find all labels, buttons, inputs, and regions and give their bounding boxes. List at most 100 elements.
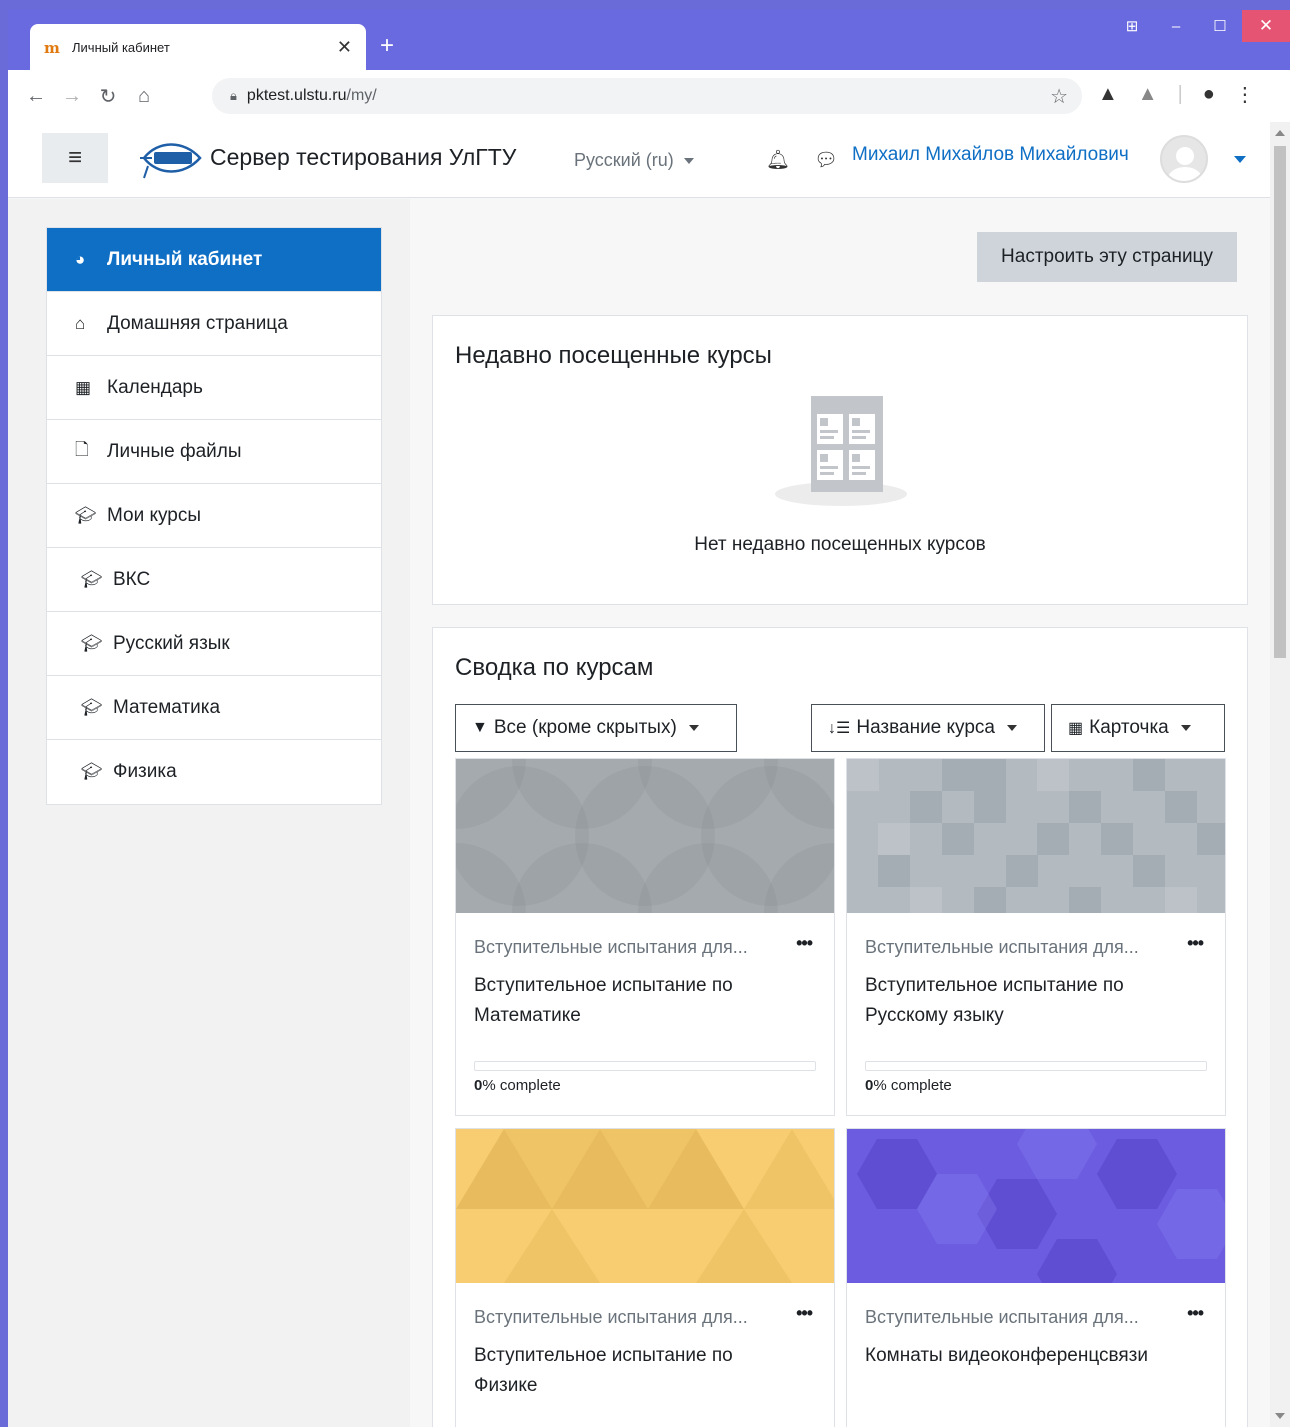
bookmark-star-icon[interactable]: ☆	[1050, 84, 1068, 109]
course-category: Вступительные испытания для...	[474, 1307, 748, 1327]
scrollbar-thumb[interactable]	[1274, 146, 1286, 658]
course-category: Вступительные испытания для...	[865, 937, 1139, 957]
scroll-down-icon[interactable]	[1275, 1413, 1285, 1419]
new-tab-button[interactable]: +	[380, 32, 394, 60]
block-title: Недавно посещенные курсы	[455, 342, 772, 369]
course-name[interactable]: Комнаты видеоконференцсвязи	[865, 1341, 1185, 1371]
sidebar-item-dashboard[interactable]: ◕ Личный кабинет	[47, 228, 381, 292]
sidebar-item-label: Календарь	[107, 376, 203, 398]
avatar[interactable]	[1160, 135, 1208, 183]
reload-icon[interactable]: ↻	[90, 84, 126, 109]
tab-bar: m Личный кабинет ✕ + ⊞ – ☐ ✕	[8, 10, 1290, 70]
close-tab-icon[interactable]: ✕	[337, 37, 352, 58]
block-title: Сводка по курсам	[455, 654, 654, 681]
page-scrollbar[interactable]	[1270, 122, 1290, 1427]
browser-tab[interactable]: m Личный кабинет ✕	[30, 24, 366, 70]
bell-icon[interactable]: 🔔︎	[766, 148, 790, 172]
course-menu-icon[interactable]: •••	[1187, 933, 1204, 954]
drive-extension-icon[interactable]: ▲	[1098, 83, 1118, 106]
sidebar-item-label: Русский язык	[113, 632, 230, 654]
course-menu-icon[interactable]: •••	[796, 1303, 813, 1324]
course-menu-icon[interactable]: •••	[796, 933, 813, 954]
course-card[interactable]: Вступительные испытания для... ••• Вступ…	[455, 1128, 835, 1427]
sidebar-item-russian[interactable]: 🎓︎ Русский язык	[47, 612, 381, 676]
file-icon: 🗋︎	[75, 440, 89, 459]
filter-label: Все (кроме скрытых)	[493, 717, 677, 738]
recent-courses-block: Недавно посещенные курсы Нет недавно пос…	[432, 315, 1248, 605]
back-icon[interactable]: ←	[18, 85, 54, 108]
grid-icon: ▦	[1068, 720, 1084, 737]
sidebar-item-label: Математика	[113, 696, 221, 718]
address-bar[interactable]: 🔒︎ pktest.ulstu.ru/my/ ☆	[212, 78, 1082, 114]
sidebar-item-home[interactable]: ⌂ Домашняя страница	[47, 292, 381, 356]
sort-dropdown[interactable]: ↓☰ Название курса	[811, 704, 1045, 752]
forward-icon[interactable]: →	[54, 85, 90, 108]
profile-icon[interactable]: ●	[1203, 83, 1215, 106]
language-menu[interactable]: Русский (ru)	[574, 150, 694, 171]
grouping-filter-dropdown[interactable]: ▼ Все (кроме скрытых)	[455, 704, 737, 752]
browser-window: m Личный кабинет ✕ + ⊞ – ☐ ✕ ← → ↻ ⌂ 🔒︎ …	[8, 10, 1290, 1427]
course-category: Вступительные испытания для...	[474, 937, 748, 957]
chevron-down-icon	[1180, 725, 1191, 731]
sidebar-item-label: Мои курсы	[107, 504, 202, 526]
graduation-cap-icon: 🎓︎	[81, 569, 103, 589]
sidebar-item-files[interactable]: 🗋︎ Личные файлы	[47, 420, 381, 484]
customize-page-button[interactable]: Настроить эту страницу	[977, 232, 1237, 282]
nav-drawer: ◕ Личный кабинет ⌂ Домашняя страница ▦ Кале…	[8, 199, 410, 1427]
sidebar-item-my-courses[interactable]: 🎓︎ Мои курсы	[47, 484, 381, 548]
user-name[interactable]: Михаил Михайлов Михайлович	[852, 144, 1129, 166]
browser-toolbar: ← → ↻ ⌂ 🔒︎ pktest.ulstu.ru/my/ ☆ ▲ ▲ | ●…	[8, 70, 1290, 122]
sidebar-item-label: Домашняя страница	[107, 312, 288, 334]
home-icon: ⌂	[75, 313, 86, 333]
tab-search-icon[interactable]: ⊞	[1110, 10, 1154, 42]
hamburger-icon: ≡	[67, 144, 82, 171]
course-image[interactable]	[847, 1129, 1225, 1283]
course-image[interactable]	[456, 759, 834, 913]
scroll-up-icon[interactable]	[1275, 130, 1285, 136]
calendar-icon: ▦	[75, 377, 92, 397]
graduation-cap-icon: 🎓︎	[81, 633, 103, 653]
sidebar-item-calendar[interactable]: ▦ Календарь	[47, 356, 381, 420]
chevron-down-icon[interactable]	[1234, 156, 1246, 163]
chat-icon[interactable]: 💬︎	[814, 148, 838, 172]
sidebar-item-label: ВКС	[113, 568, 151, 590]
view-label: Карточка	[1089, 717, 1169, 738]
course-pattern	[847, 759, 1225, 913]
course-image[interactable]	[456, 1129, 834, 1283]
course-card[interactable]: Вступительные испытания для... ••• Вступ…	[455, 758, 835, 1116]
url-text: pktest.ulstu.ru/my/	[247, 87, 377, 105]
close-window-button[interactable]: ✕	[1242, 10, 1290, 42]
course-category: Вступительные испытания для...	[865, 1307, 1139, 1327]
course-pattern	[847, 1129, 1225, 1283]
course-name[interactable]: Вступительное испытание по Математике	[474, 971, 794, 1031]
minimize-button[interactable]: –	[1154, 10, 1198, 42]
course-name[interactable]: Вступительное испытание по Русскому язык…	[865, 971, 1185, 1031]
maximize-button[interactable]: ☐	[1198, 10, 1242, 42]
drawer-toggle-button[interactable]: ≡	[42, 133, 108, 183]
sidebar-item-physics[interactable]: 🎓︎ Физика	[47, 740, 381, 804]
course-menu-icon[interactable]: •••	[1187, 1303, 1204, 1324]
sidebar-item-vks[interactable]: 🎓︎ ВКС	[47, 548, 381, 612]
progress-bar	[474, 1061, 816, 1071]
progress-text: 0% complete	[865, 1077, 952, 1094]
course-card[interactable]: Вступительные испытания для... ••• Комна…	[846, 1128, 1226, 1427]
progress-bar	[865, 1061, 1207, 1071]
empty-state-text: Нет недавно посещенных курсов	[694, 534, 986, 555]
sort-icon: ↓☰	[828, 720, 851, 737]
view-mode-dropdown[interactable]: ▦ Карточка	[1051, 704, 1225, 752]
course-card[interactable]: Вступительные испытания для... ••• Вступ…	[846, 758, 1226, 1116]
drive-extension-2-icon[interactable]: ▲	[1138, 83, 1158, 106]
url-path: /my/	[346, 87, 377, 104]
moodle-m-icon: m	[44, 39, 60, 57]
empty-courses-illustration	[775, 396, 907, 506]
home-browser-icon[interactable]: ⌂	[126, 85, 162, 108]
course-pattern	[456, 759, 834, 913]
chevron-down-icon	[688, 725, 699, 731]
menu-kebab-icon[interactable]: ⋮	[1235, 82, 1255, 107]
sidebar-item-math[interactable]: 🎓︎ Математика	[47, 676, 381, 740]
ulstu-logo[interactable]	[138, 136, 204, 180]
sidebar-item-label: Личные файлы	[107, 440, 242, 462]
site-name[interactable]: Сервер тестирования УлГТУ	[210, 144, 516, 171]
course-name[interactable]: Вступительное испытание по Физике	[474, 1341, 794, 1401]
course-image[interactable]	[847, 759, 1225, 913]
